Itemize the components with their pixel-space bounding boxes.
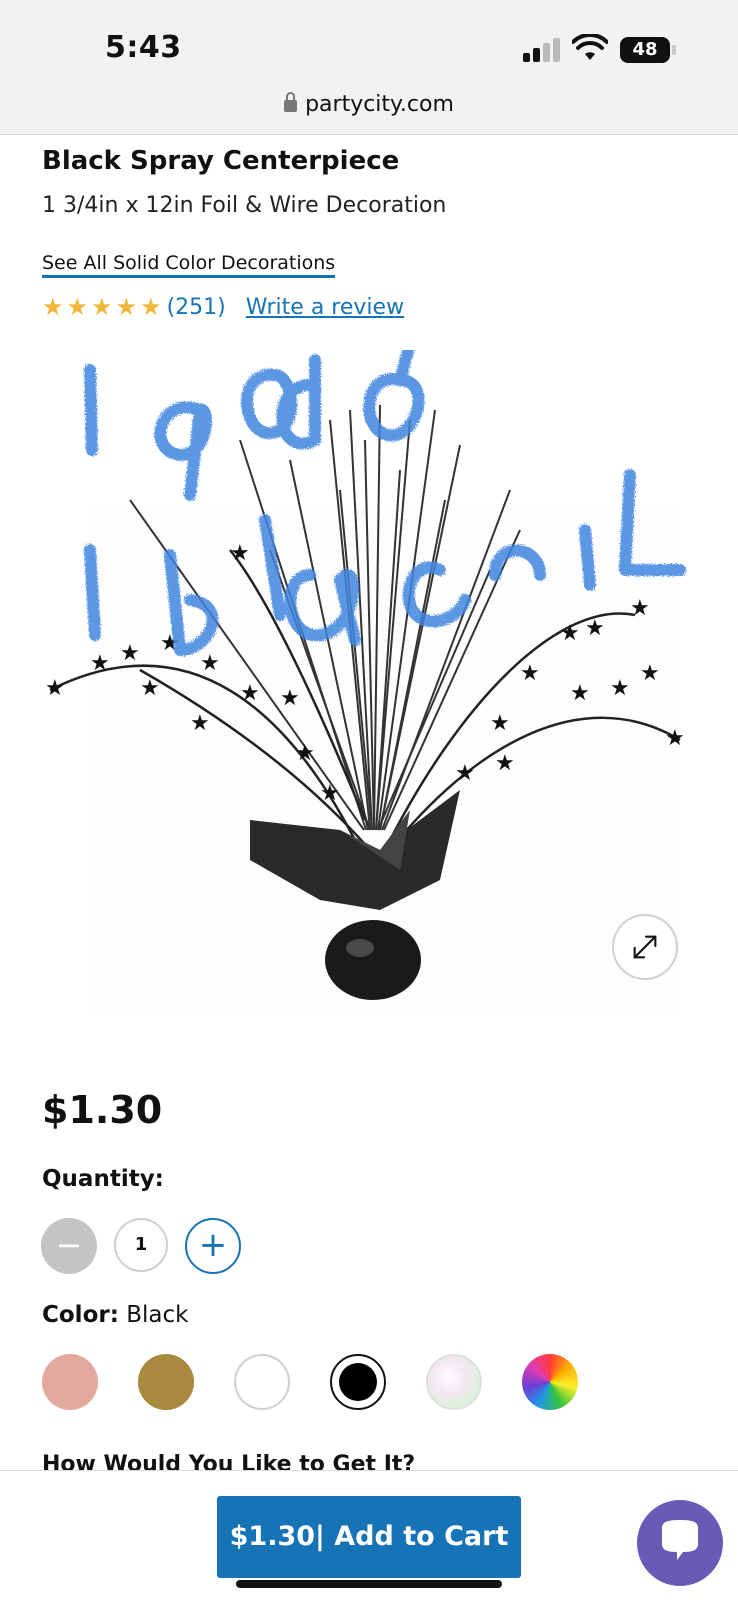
svg-text:★: ★ <box>520 661 540 686</box>
product-image[interactable]: ★ ★ ★ ★ ★ ★ ★ ★ ★ ★ ★ ★ ★ ★ ★ ★ ★ ★ ★ ★ ★ ★ ★ <box>40 284 700 1020</box>
svg-text:★: ★ <box>230 541 250 566</box>
product-subtitle: 1 3/4in x 12in Foil & Wire Decoration <box>42 193 447 218</box>
swatch-iridescent[interactable] <box>426 1354 482 1410</box>
see-all-decorations-link[interactable]: See All Solid Color Decorations <box>42 252 336 278</box>
browser-top-bar: 5:43 48 partycity.com <box>0 0 738 135</box>
quantity-increase-button[interactable]: + <box>185 1218 241 1274</box>
quantity-value[interactable]: 1 <box>114 1218 168 1272</box>
color-selection-label: Color: Black <box>42 1302 188 1328</box>
star-icon: ★ <box>140 293 162 321</box>
star-rating: ★ ★ ★ ★ ★ <box>42 295 165 319</box>
svg-text:★: ★ <box>280 686 300 711</box>
quantity-decrease-button[interactable]: − <box>41 1218 97 1274</box>
svg-text:★: ★ <box>585 616 605 641</box>
star-icon: ★ <box>66 293 89 321</box>
svg-text:★: ★ <box>490 711 510 736</box>
status-time: 5:43 <box>105 30 182 65</box>
svg-text:★: ★ <box>320 781 340 806</box>
add-to-cart-button[interactable]: $1.30| Add to Cart <box>217 1496 521 1578</box>
svg-text:★: ★ <box>240 681 260 706</box>
cellular-signal-icon <box>523 38 561 62</box>
url-text: partycity.com <box>305 92 454 117</box>
battery-icon: 48 <box>620 37 670 63</box>
chat-button[interactable] <box>637 1500 723 1586</box>
svg-text:★: ★ <box>495 751 515 776</box>
quantity-label: Quantity: <box>42 1166 164 1192</box>
swatch-white[interactable] <box>234 1354 290 1410</box>
chat-bubble-icon <box>662 1520 698 1560</box>
svg-text:★: ★ <box>610 676 630 701</box>
review-count[interactable]: (251) <box>167 295 226 320</box>
svg-text:★: ★ <box>455 761 475 786</box>
svg-text:★: ★ <box>665 726 685 751</box>
swatch-rose-gold[interactable] <box>42 1354 98 1410</box>
selected-color: Black <box>126 1302 189 1328</box>
battery-tip <box>672 45 676 55</box>
product-price: $1.30 <box>42 1088 163 1132</box>
svg-text:★: ★ <box>120 641 140 666</box>
svg-text:★: ★ <box>190 711 210 736</box>
expand-image-button[interactable] <box>612 914 678 980</box>
battery-percent: 48 <box>632 39 658 60</box>
centerpiece-image: ★★ ★ ★★★ ★★★ ★★★ ★★★ ★★★ ★★★ ★ ★ <box>45 284 686 1010</box>
rating-row: ★ ★ ★ ★ ★ (251) Write a review <box>42 290 404 324</box>
swatch-multicolor[interactable] <box>522 1354 578 1410</box>
svg-text:★: ★ <box>140 676 160 701</box>
address-bar[interactable]: partycity.com <box>0 92 738 117</box>
svg-text:★: ★ <box>45 676 65 701</box>
svg-text:★: ★ <box>560 621 580 646</box>
svg-text:★: ★ <box>630 596 650 621</box>
color-label: Color: <box>42 1302 119 1328</box>
svg-text:★: ★ <box>570 681 590 706</box>
expand-icon <box>633 935 657 959</box>
swatch-black[interactable] <box>330 1354 386 1410</box>
svg-text:★: ★ <box>295 741 315 766</box>
star-icon: ★ <box>91 293 113 321</box>
svg-text:★: ★ <box>90 651 110 676</box>
wifi-icon <box>572 34 608 60</box>
star-icon: ★ <box>42 293 64 321</box>
lock-icon <box>284 92 298 112</box>
swatch-gold[interactable] <box>138 1354 194 1410</box>
write-review-link[interactable]: Write a review <box>246 295 404 320</box>
swatch-black-fill <box>339 1363 377 1401</box>
svg-text:★: ★ <box>640 661 660 686</box>
product-title: Black Spray Centerpiece <box>42 146 400 176</box>
star-icon: ★ <box>115 293 138 321</box>
svg-text:★: ★ <box>200 651 220 676</box>
home-indicator <box>236 1580 502 1588</box>
